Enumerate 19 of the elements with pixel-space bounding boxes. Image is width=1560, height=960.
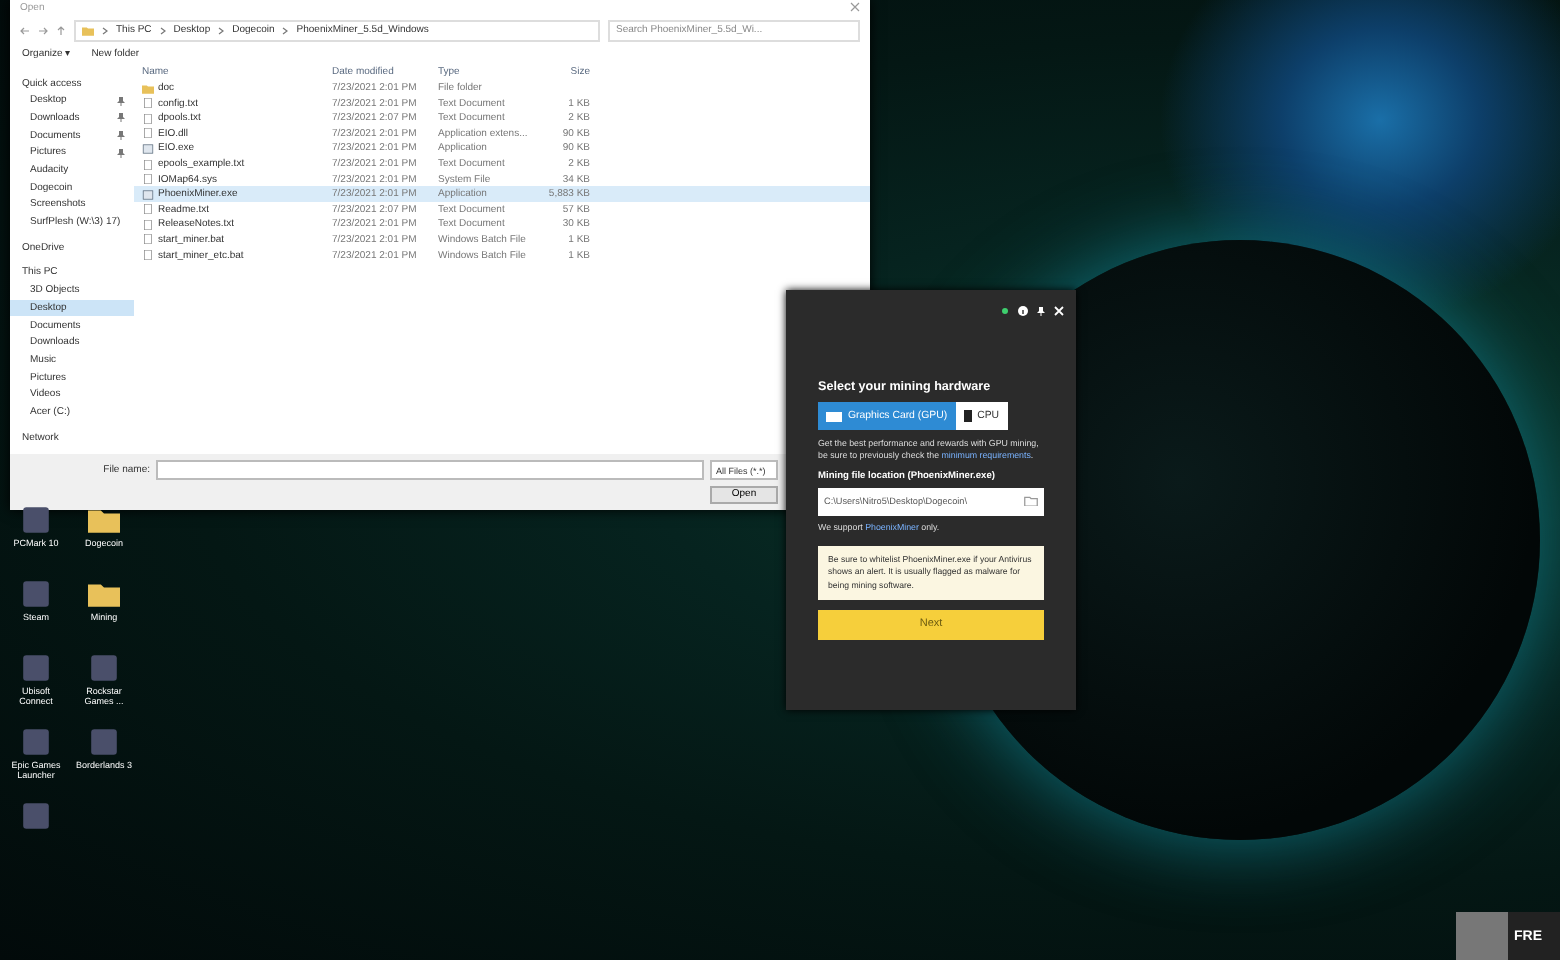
forward-icon[interactable] [38,25,48,36]
status-dot-icon [1000,305,1010,315]
folder-icon[interactable] [88,578,120,610]
folder-icon[interactable] [88,504,120,536]
chevron-icon [216,25,227,36]
back-icon[interactable] [20,25,30,36]
chevron-icon [280,25,291,36]
application-icon [142,189,154,200]
folder-icon [82,25,94,36]
application-icon [142,143,154,154]
file-name-field[interactable] [156,460,704,480]
chevron-icon [157,25,168,36]
photo-placeholder [1456,912,1508,960]
up-icon[interactable] [56,25,66,36]
info-icon[interactable] [1018,305,1028,315]
chevron-icon [100,25,110,36]
pin-icon[interactable] [1036,305,1046,315]
app-icon[interactable] [20,504,52,536]
folder-icon [142,83,154,94]
